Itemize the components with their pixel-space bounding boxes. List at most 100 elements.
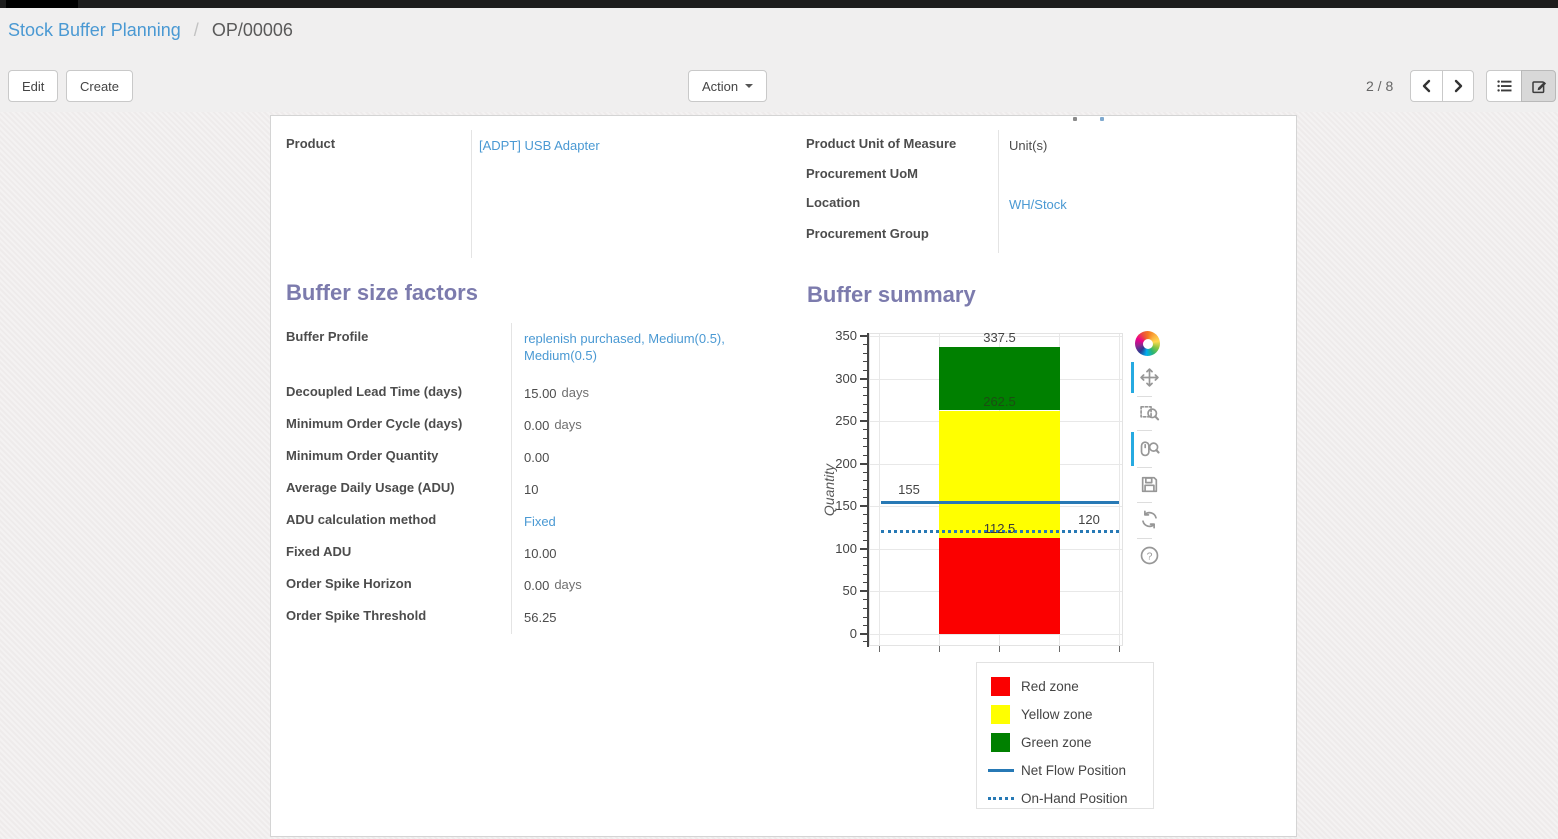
chart-line-net-flow-position — [881, 501, 1119, 504]
field-label-procurement-uom: Procurement UoM — [806, 160, 998, 182]
wheel-zoom-tool-button[interactable] — [1137, 436, 1161, 460]
view-switcher — [1486, 70, 1556, 102]
chart-y-axis-label: Quantity — [821, 428, 839, 552]
box-zoom-tool-button[interactable] — [1137, 400, 1161, 424]
field-row: Minimum Order Cycle (days)0.00days — [286, 410, 784, 442]
field-value-location-link[interactable]: WH/Stock — [1009, 197, 1067, 212]
chart-y-axis-minor-tick — [863, 455, 868, 456]
field-row: Product Unit of Measure Unit(s) — [806, 130, 1284, 160]
clipped-text-remnant — [1100, 117, 1104, 121]
chart-y-axis-tick-label: 300 — [817, 371, 857, 386]
breadcrumb-separator: / — [194, 20, 199, 40]
chart-plot-area[interactable]: 050100150200250300350155120337.5262.5112… — [801, 326, 1131, 666]
edit-button[interactable]: Edit — [8, 70, 58, 102]
pager-next-button[interactable] — [1442, 70, 1474, 102]
field-row: Buffer Profile replenish purchased, Mediu… — [286, 323, 784, 378]
field-value: 0.00 — [524, 450, 549, 465]
chart-y-axis-minor-tick — [863, 387, 868, 388]
group-product: Product [ADPT] USB Adapter — [286, 130, 784, 258]
chart-y-axis-minor-tick — [863, 497, 868, 498]
field-row: Fixed ADU10.00 — [286, 538, 784, 570]
field-value: 10 — [524, 482, 538, 497]
field-label-product: Product — [286, 130, 471, 152]
legend-item-label: On-Hand Position — [1021, 791, 1128, 806]
pan-tool-button[interactable] — [1137, 365, 1161, 389]
field-label-location: Location — [806, 189, 998, 211]
field-label: Order Spike Horizon — [286, 570, 511, 592]
chart-y-axis-minor-tick — [863, 480, 868, 481]
field-row: Procurement UoM — [806, 160, 1284, 189]
toolbar-divider — [1137, 502, 1152, 503]
field-value-product-link[interactable]: [ADPT] USB Adapter — [479, 138, 600, 153]
active-tool-indicator-wheel-zoom — [1131, 432, 1134, 466]
action-dropdown-button[interactable]: Action — [688, 70, 767, 102]
toolbar-divider — [1137, 396, 1152, 397]
buffer-summary-chart[interactable]: 050100150200250300350155120337.5262.5112… — [801, 326, 1196, 826]
chart-y-axis-tick-label: 0 — [817, 626, 857, 641]
save-tool-button[interactable] — [1137, 472, 1161, 496]
chart-y-axis-major-tick — [860, 420, 868, 422]
form-sheet: Product [ADPT] USB Adapter Product Unit … — [270, 115, 1297, 837]
chart-line-label: 155 — [887, 482, 931, 497]
field-row: Order Spike Threshold56.25 — [286, 602, 784, 634]
field-row: Product [ADPT] USB Adapter — [286, 130, 784, 258]
action-label: Action — [702, 79, 738, 94]
field-value-link[interactable]: replenish purchased, Medium(0.5), Medium… — [524, 331, 725, 363]
field-label: Buffer Profile — [286, 323, 511, 345]
form-view-button[interactable] — [1521, 70, 1556, 102]
field-label-procurement-group: Procurement Group — [806, 220, 998, 242]
wheel-zoom-icon — [1139, 438, 1160, 459]
field-row: Order Spike Horizon0.00days — [286, 570, 784, 602]
form-view-icon — [1531, 79, 1547, 94]
create-button[interactable]: Create — [66, 70, 133, 102]
field-value-link[interactable]: Fixed — [524, 514, 556, 529]
bokeh-logo[interactable] — [1135, 331, 1160, 356]
chart-y-axis-major-tick — [860, 463, 868, 465]
field-row: Procurement Group — [806, 220, 1284, 253]
field-value-product-uom: Unit(s) — [1009, 138, 1047, 153]
pan-icon — [1139, 367, 1160, 388]
chart-y-axis-minor-tick — [863, 582, 868, 583]
chart-y-axis-tick-label: 250 — [817, 413, 857, 428]
field-row: Decoupled Lead Time (days)15.00days — [286, 378, 784, 410]
breadcrumb-parent-link[interactable]: Stock Buffer Planning — [8, 20, 181, 40]
chevron-right-icon — [1451, 79, 1465, 93]
chart-y-axis-major-tick — [860, 548, 868, 550]
legend-item: Green zone — [977, 728, 1153, 756]
svg-text:?: ? — [1146, 550, 1152, 562]
chart-y-axis-major-tick — [860, 633, 868, 635]
field-label: Minimum Order Quantity — [286, 442, 511, 464]
field-value: 56.25 — [524, 610, 557, 625]
toolbar-divider — [1137, 430, 1152, 431]
help-tool-button[interactable]: ? — [1137, 543, 1161, 567]
legend-item: On-Hand Position — [977, 784, 1153, 812]
toolbar-divider — [1137, 467, 1152, 468]
field-row: Average Daily Usage (ADU)10 — [286, 474, 784, 506]
chart-legend: Red zoneYellow zoneGreen zoneNet Flow Po… — [976, 662, 1154, 809]
legend-swatch-yellow-zone — [991, 705, 1010, 724]
field-label: ADU calculation method — [286, 506, 511, 528]
field-unit: days — [562, 385, 589, 400]
list-view-icon — [1497, 79, 1512, 93]
legend-item: Red zone — [977, 672, 1153, 700]
breadcrumb-current: OP/00006 — [212, 20, 293, 40]
chart-y-axis-tick-label: 50 — [817, 583, 857, 598]
reset-tool-button[interactable] — [1137, 507, 1161, 531]
chart-zone-red-zone — [939, 538, 1060, 634]
chart-y-axis-minor-tick — [863, 489, 868, 490]
chart-y-axis-minor-tick — [863, 395, 868, 396]
chart-y-axis-minor-tick — [863, 361, 868, 362]
chart-y-axis-minor-tick — [863, 446, 868, 447]
list-view-button[interactable] — [1486, 70, 1521, 102]
section-title-buffer-summary: Buffer summary — [807, 282, 976, 308]
legend-item: Yellow zone — [977, 700, 1153, 728]
active-tool-indicator-pan — [1131, 362, 1134, 393]
group-buffer-size-factors: Buffer Profile replenish purchased, Mediu… — [286, 323, 784, 634]
chart-y-axis-minor-tick — [863, 412, 868, 413]
chart-y-axis-minor-tick — [863, 514, 868, 515]
section-title-buffer-size-factors: Buffer size factors — [286, 280, 478, 306]
field-label: Minimum Order Cycle (days) — [286, 410, 511, 432]
chart-x-axis-tick — [939, 646, 940, 652]
chart-y-axis-major-tick — [860, 505, 868, 507]
pager-previous-button[interactable] — [1410, 70, 1442, 102]
